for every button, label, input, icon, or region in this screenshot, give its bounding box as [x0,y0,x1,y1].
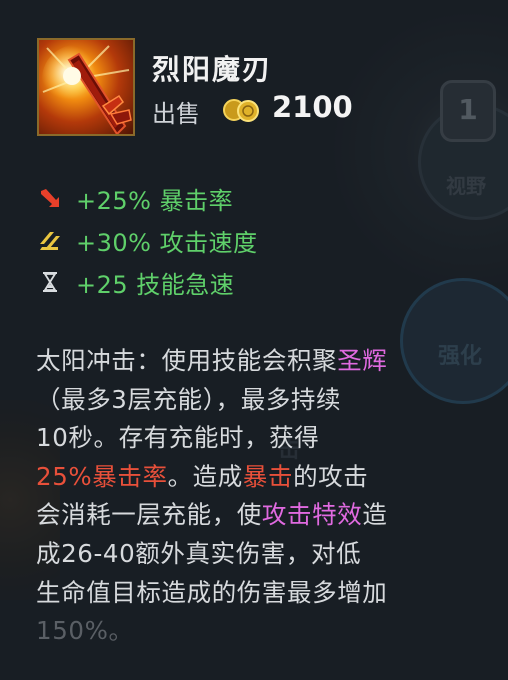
description-line: 太阳冲击：使用技能会积聚圣辉 [36,346,388,375]
description-line: 生命值目标造成的伤害最多增加 [36,577,388,607]
description-line: 10秒。存有充能时，获得 [36,423,320,453]
sell-label: 出售 [152,100,200,128]
description-line: 成26-40额外真实伤害，对低 [36,538,362,568]
keyword-crit: 暴击 [242,461,294,491]
keyword-radiance: 圣辉 [337,346,388,375]
description-line: 25%暴击率。造成暴击的攻击 [36,461,369,491]
stat-crit-text: +25% 暴击率 [76,186,234,215]
stat-attack-speed-text: +30% 攻击速度 [76,228,258,257]
item-tooltip-screen: 1 视野 强化 击 [0,0,508,680]
stat-row-attack-speed: +30% 攻击速度 [38,225,258,257]
stat-haste-text: +25 技能急速 [76,270,235,299]
stat-row-haste: +25 技能急速 [38,267,235,299]
description-line: 会消耗一层充能，使攻击特效造 [36,500,388,530]
item-name: 烈阳魔刃 [152,53,273,86]
description-line: （最多3层充能），最多持续 [36,384,342,414]
stat-row-crit: +25% 暴击率 [38,183,234,215]
sun-blade-icon [37,38,135,136]
item-description: 太阳冲击：使用技能会积聚圣辉 （最多3层充能），最多持续 10秒。存有充能时，获… [36,342,476,651]
keyword-on-hit: 攻击特效 [261,500,363,530]
sell-price: 2100 [272,90,353,124]
crit-arrow-icon [41,189,59,207]
attack-speed-icon [40,232,60,250]
item-tooltip-panel: 烈阳魔刃 出售 2100 +25% 暴击率 +30% 攻击速度 +25 技能急速… [0,0,508,680]
description-line-faded: 150%。 [36,616,134,646]
gold-coin-icon [223,99,259,122]
keyword-crit-chance: 25%暴击率 [36,461,168,491]
hourglass-icon [43,272,57,292]
